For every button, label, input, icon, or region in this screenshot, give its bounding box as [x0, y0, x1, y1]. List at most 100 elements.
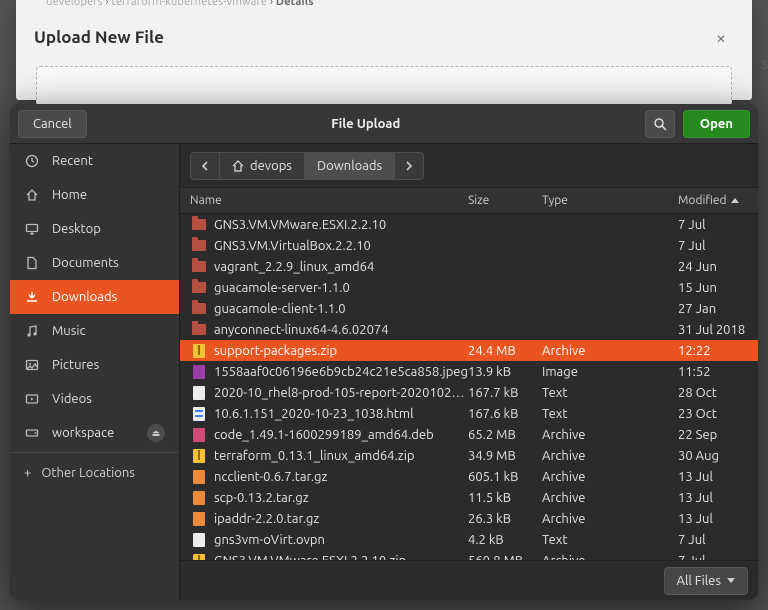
- file-size: 167.7 kB: [468, 386, 542, 400]
- folder-icon: [190, 238, 208, 254]
- file-row[interactable]: code_1.49.1-1600299189_amd64.deb65.2 MBA…: [180, 424, 758, 445]
- col-header-name[interactable]: Name: [190, 194, 468, 207]
- zip-icon: [190, 553, 208, 561]
- chevron-down-icon: [727, 578, 735, 583]
- file-type: Archive: [542, 470, 678, 484]
- file-filter-select[interactable]: All Files: [664, 567, 748, 595]
- open-button[interactable]: Open: [683, 110, 750, 138]
- breadcrumb-forward-button[interactable]: [394, 152, 424, 180]
- plus-icon: +: [24, 466, 31, 480]
- search-button[interactable]: [645, 110, 675, 138]
- sidebar-item-home[interactable]: Home: [10, 178, 179, 212]
- file-row[interactable]: scp-0.13.2.tar.gz11.5 kBArchive13 Jul: [180, 487, 758, 508]
- sidebar-item-documents[interactable]: Documents: [10, 246, 179, 280]
- web-breadcrumb: developers › terraform-kubernetes-vmware…: [46, 0, 314, 8]
- file-name: 1558aaf0c06196e6b9cb24c21e5ca858.jpeg: [214, 365, 468, 379]
- deb-icon: [190, 427, 208, 443]
- file-row[interactable]: guacamole-client-1.1.0 27 Jan: [180, 298, 758, 319]
- sidebar-item-videos[interactable]: Videos: [10, 382, 179, 416]
- web-dialog-close-button[interactable]: ×: [716, 28, 726, 48]
- breadcrumb-back-button[interactable]: [190, 152, 220, 180]
- file-row[interactable]: vagrant_2.2.9_linux_amd6424 Jun: [180, 256, 758, 277]
- file-modified: 30 Aug: [678, 449, 758, 463]
- sidebar-item-downloads[interactable]: Downloads: [10, 280, 179, 314]
- file-row[interactable]: terraform_0.13.1_linux_amd64.zip34.9 MBA…: [180, 445, 758, 466]
- file-type: Archive: [542, 512, 678, 526]
- file-modified: 15 Jun: [678, 281, 758, 295]
- file-row[interactable]: 1558aaf0c06196e6b9cb24c21e5ca858.jpeg13.…: [180, 361, 758, 382]
- tar-icon: [190, 490, 208, 506]
- documents-icon: [24, 256, 40, 270]
- sidebar-other-locations[interactable]: +Other Locations: [10, 455, 179, 491]
- file-row[interactable]: 10.6.1.151_2020-10-23_1038.html167.6 kBT…: [180, 403, 758, 424]
- tar-icon: [190, 469, 208, 485]
- sidebar-item-workspace[interactable]: workspace ⏏: [10, 416, 179, 450]
- dialog-footer: All Files: [180, 560, 758, 600]
- file-name: guacamole-client-1.1.0: [214, 302, 468, 316]
- pictures-icon: [24, 358, 40, 372]
- file-modified: 7 Jul: [678, 533, 758, 547]
- breadcrumb-home[interactable]: devops: [219, 152, 305, 180]
- eject-icon[interactable]: ⏏: [147, 424, 165, 442]
- folder-icon: [190, 280, 208, 296]
- file-row[interactable]: support-packages.zip24.4 MBArchive12:22: [180, 340, 758, 361]
- sidebar-item-music[interactable]: Music: [10, 314, 179, 348]
- sidebar-item-label: Downloads: [52, 290, 117, 304]
- txt-icon: [190, 385, 208, 401]
- sidebar-item-label: workspace: [52, 426, 114, 440]
- folder-icon: [190, 259, 208, 275]
- cancel-button[interactable]: Cancel: [18, 110, 87, 138]
- folder-icon: [190, 217, 208, 233]
- file-row[interactable]: GNS3.VM.VMware.ESXI.2.2.10.zip560.8 MBAr…: [180, 550, 758, 560]
- file-name: GNS3.VM.VirtualBox.2.2.10: [214, 239, 468, 253]
- file-modified: 22 Sep: [678, 428, 758, 442]
- file-modified: 28 Oct: [678, 386, 758, 400]
- file-row[interactable]: GNS3.VM.VirtualBox.2.2.10 7 Jul: [180, 235, 758, 256]
- file-row[interactable]: anyconnect-linux64-4.6.0207431 Jul 2018: [180, 319, 758, 340]
- folder-icon: [190, 322, 208, 338]
- col-header-size[interactable]: Size: [468, 194, 542, 207]
- txt-icon: [190, 532, 208, 548]
- file-row[interactable]: gns3vm-oVirt.ovpn4.2 kBText7 Jul: [180, 529, 758, 550]
- chevron-left-icon: [201, 161, 209, 171]
- desktop-icon: [24, 222, 40, 236]
- file-name: guacamole-server-1.1.0: [214, 281, 468, 295]
- folder-icon: [190, 301, 208, 317]
- file-size: 26.3 kB: [468, 512, 542, 526]
- file-row[interactable]: 2020-10_rhel8-prod-105-report-20201028…1…: [180, 382, 758, 403]
- file-modified: 7 Jul: [678, 239, 758, 253]
- file-modified: 27 Jan: [678, 302, 758, 316]
- file-modified: 13 Jul: [678, 470, 758, 484]
- downloads-icon: [24, 290, 40, 304]
- file-name: scp-0.13.2.tar.gz: [214, 491, 468, 505]
- file-list[interactable]: GNS3.VM.VMware.ESXI.2.2.107 JulGNS3.VM.V…: [180, 214, 758, 560]
- file-type: Text: [542, 386, 678, 400]
- file-row[interactable]: ipaddr-2.2.0.tar.gz26.3 kBArchive13 Jul: [180, 508, 758, 529]
- videos-icon: [24, 392, 40, 406]
- sidebar-item-label: Pictures: [52, 358, 99, 372]
- file-row[interactable]: guacamole-server-1.1.0 15 Jun: [180, 277, 758, 298]
- file-row[interactable]: GNS3.VM.VMware.ESXI.2.2.107 Jul: [180, 214, 758, 235]
- music-icon: [24, 324, 40, 338]
- file-name: GNS3.VM.VMware.ESXI.2.2.10: [214, 218, 468, 232]
- sidebar-item-desktop[interactable]: Desktop: [10, 212, 179, 246]
- sort-ascending-icon: [731, 198, 739, 203]
- search-icon: [653, 117, 667, 131]
- home-icon: [232, 160, 244, 172]
- sidebar-item-recent[interactable]: Recent: [10, 144, 179, 178]
- file-modified: 31 Jul 2018: [678, 323, 758, 337]
- file-modified: 13 Jul: [678, 512, 758, 526]
- file-name: support-packages.zip: [214, 344, 468, 358]
- file-row[interactable]: ncclient-0.6.7.tar.gz605.1 kBArchive13 J…: [180, 466, 758, 487]
- col-header-modified[interactable]: Modified: [678, 194, 758, 207]
- sidebar-item-label: Videos: [52, 392, 92, 406]
- tar-icon: [190, 511, 208, 527]
- file-size: 13.9 kB: [468, 365, 542, 379]
- sidebar-item-pictures[interactable]: Pictures: [10, 348, 179, 382]
- img-icon: [190, 364, 208, 380]
- file-size: 4.2 kB: [468, 533, 542, 547]
- breadcrumb-current[interactable]: Downloads: [304, 152, 395, 180]
- col-header-type[interactable]: Type: [542, 194, 678, 207]
- file-size: 167.6 kB: [468, 407, 542, 421]
- dialog-title: File Upload: [95, 117, 637, 131]
